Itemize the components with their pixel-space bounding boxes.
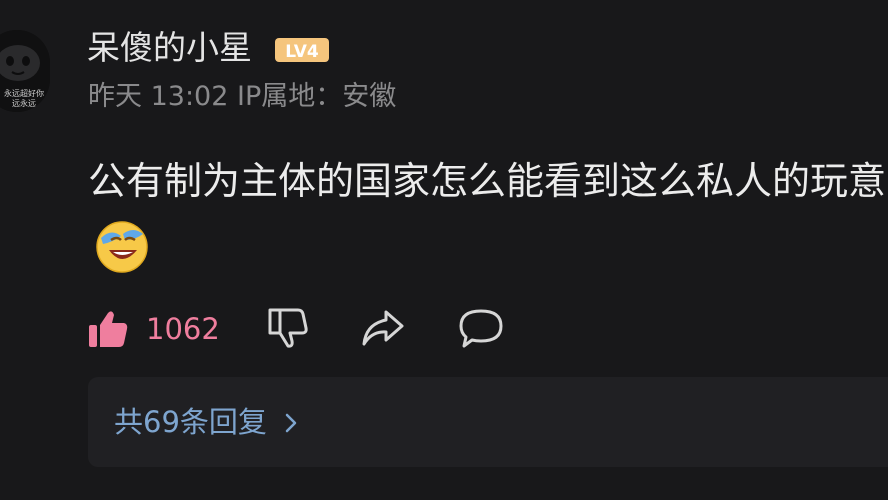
avatar[interactable]: 永远超好你 远永远 [0, 30, 50, 112]
comment-meta: 昨天 13:02 IP属地：安徽 [88, 78, 396, 116]
thumbs-down-outline-icon [268, 308, 308, 348]
replies-panel: 共69条回复 [88, 377, 888, 467]
avatar-caption-2: 远永远 [12, 98, 36, 108]
chevron-right-icon [284, 403, 298, 445]
thumbs-up-filled-icon [89, 311, 128, 347]
dislike-button[interactable] [262, 306, 310, 350]
avatar-caption-1: 永远超好你 [4, 88, 44, 98]
timestamp: 昨天 13:02 [88, 81, 229, 112]
ip-location: IP属地：安徽 [237, 81, 397, 112]
replies-label: 共69条回复 [114, 405, 267, 439]
level-badge-label: LV4 [285, 42, 319, 62]
share-button[interactable] [358, 306, 408, 350]
crying-laugh-emoji [95, 220, 149, 274]
share-arrow-icon [362, 310, 404, 346]
like-count: 1062 [146, 312, 220, 346]
level-badge: LV4 [274, 36, 330, 64]
speech-bubble-icon [459, 309, 503, 348]
comment-text: 公有制为主体的国家怎么能看到这么私人的玩意 [88, 159, 887, 203]
username[interactable]: 呆傻的小星 [87, 26, 252, 70]
view-replies-link[interactable]: 共69条回复 [114, 401, 298, 445]
like-button[interactable]: 1062 [86, 304, 220, 354]
reply-button[interactable] [456, 306, 506, 350]
